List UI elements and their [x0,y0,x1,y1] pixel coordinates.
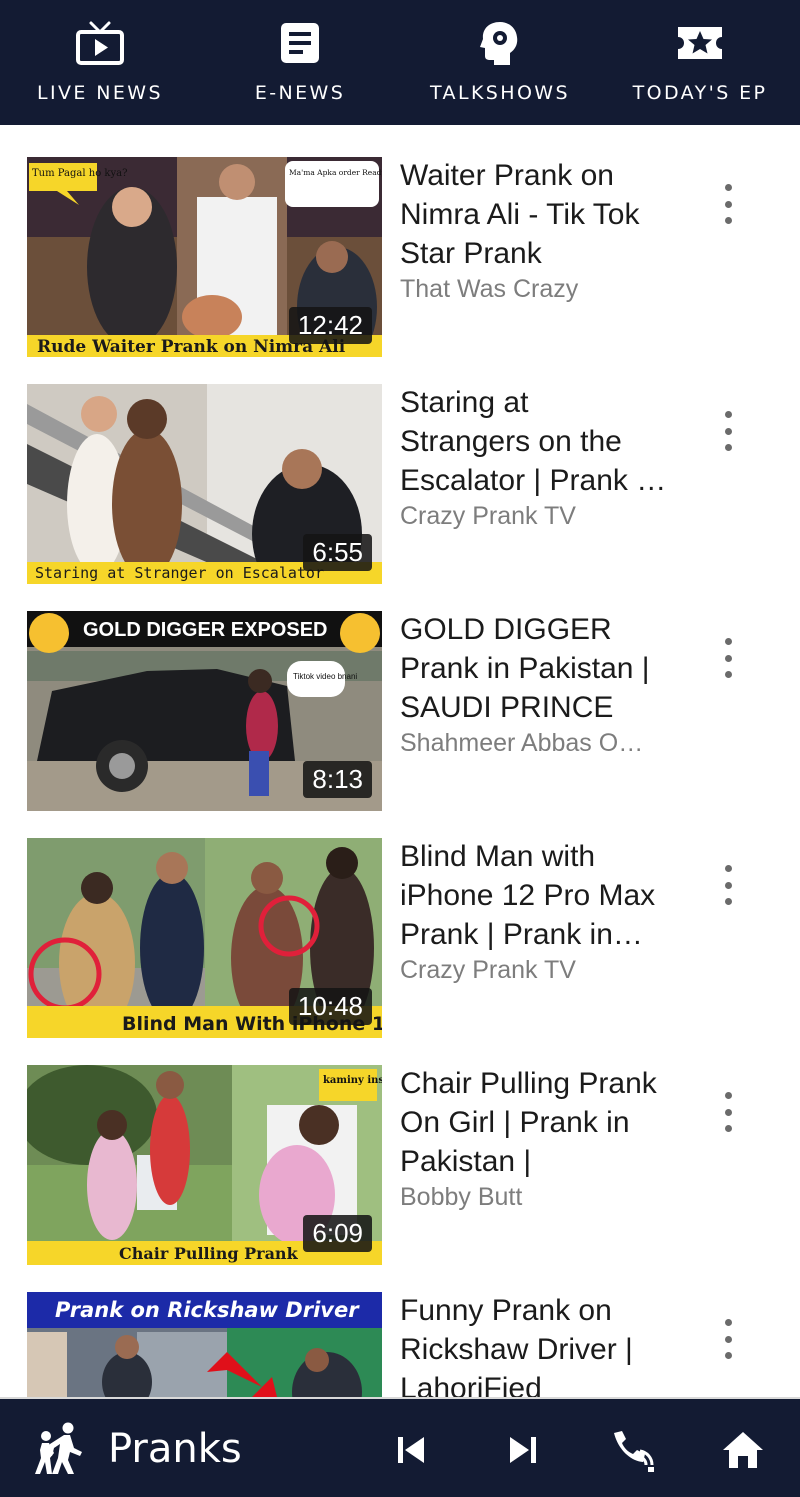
video-list-item[interactable]: kaminy insan Chair Pulling Prank 6:09 Ch… [0,1033,800,1265]
article-icon [274,18,326,68]
tab-label: E-NEWS [254,82,346,104]
thumb-bubble-left: Tum Pagal ho kya? [32,168,127,179]
video-list-item[interactable]: Prank on Rickshaw Driver Funny Prank on … [0,1260,800,1399]
more-options-icon[interactable] [713,180,743,228]
video-list-item[interactable]: Rude Waiter Prank on Nimra Ali Tum Pagal… [0,125,800,357]
more-options-icon[interactable] [713,634,743,682]
channel-name: Shahmeer Abbas O… [400,729,644,757]
video-list-item[interactable]: Blind Man With iPhone 12 10:48 Blind Man… [0,806,800,1038]
video-thumbnail[interactable]: GOLD DIGGER EXPOSED Tiktok video bnani 8… [27,611,382,811]
thumb-bubble-right: Ma'ma Apka order Ready Hai [289,168,382,177]
video-title[interactable]: GOLD DIGGER Prank in Pakistan | SAUDI PR… [400,610,668,727]
duration-badge: 6:55 [303,534,372,571]
video-title[interactable]: Staring at Strangers on the Escalator | … [400,383,668,500]
more-options-icon[interactable] [713,1315,743,1363]
tab-label: TODAY'S EP [632,82,768,104]
duration-badge: 8:13 [303,761,372,798]
tab-label: TALKSHOWS [430,82,570,104]
video-list-item[interactable]: GOLD DIGGER EXPOSED Tiktok video bnani 8… [0,579,800,811]
top-nav: LIVE NEWS E-NEWS TALKSHOWS TODAY'S EP [0,0,800,125]
tab-e-news[interactable]: E-NEWS [200,0,400,125]
ticket-star-icon [674,18,726,68]
thumb-badge: kaminy insan [323,1075,382,1086]
thumb-banner: Prank on Rickshaw Driver [55,1298,360,1322]
video-thumbnail[interactable]: Staring at Stranger on Escalator 6:55 [27,384,382,584]
duration-badge: 10:48 [288,988,372,1025]
skip-previous-icon[interactable] [388,1427,434,1473]
duration-badge: 6:09 [303,1215,372,1252]
video-thumbnail[interactable]: Rude Waiter Prank on Nimra Ali Tum Pagal… [27,157,382,357]
tab-label: LIVE NEWS [37,82,163,104]
head-gear-icon [474,18,526,68]
category-label: Pranks [108,1426,242,1472]
home-icon[interactable] [720,1427,766,1473]
video-title[interactable]: Funny Prank on Rickshaw Driver | LahoriF… [400,1291,668,1399]
more-options-icon[interactable] [713,861,743,909]
cast-wave-icon[interactable] [610,1427,656,1473]
tab-talkshows[interactable]: TALKSHOWS [400,0,600,125]
duration-badge: 12:42 [288,307,372,344]
video-thumbnail[interactable]: Blind Man With iPhone 12 10:48 [27,838,382,1038]
video-list: Rude Waiter Prank on Nimra Ali Tum Pagal… [0,125,800,1399]
channel-name: Bobby Butt [400,1183,523,1211]
video-title[interactable]: Blind Man with iPhone 12 Pro Max Prank |… [400,837,668,954]
channel-name: That Was Crazy [400,275,579,303]
thumb-banner: GOLD DIGGER EXPOSED [83,619,327,641]
video-thumbnail[interactable]: Prank on Rickshaw Driver [27,1292,382,1399]
tv-icon [74,18,126,68]
thumb-bubble: Tiktok video bnani [293,672,357,681]
video-title[interactable]: Waiter Prank on Nimra Ali - Tik Tok Star… [400,156,668,273]
bottom-bar: Pranks [0,1399,800,1497]
channel-name: Crazy Prank TV [400,502,576,530]
channel-name: Crazy Prank TV [400,956,576,984]
more-options-icon[interactable] [713,407,743,455]
tab-live-news[interactable]: LIVE NEWS [0,0,200,125]
tab-todays-ep[interactable]: TODAY'S EP [600,0,800,125]
more-options-icon[interactable] [713,1088,743,1136]
video-thumbnail[interactable]: kaminy insan Chair Pulling Prank 6:09 [27,1065,382,1265]
skip-next-icon[interactable] [500,1427,546,1473]
video-list-item[interactable]: Staring at Stranger on Escalator 6:55 St… [0,352,800,584]
category-selector[interactable]: Pranks [34,1421,242,1477]
video-title[interactable]: Chair Pulling Prank On Girl | Prank in P… [400,1064,668,1181]
pranks-people-icon [35,1422,82,1474]
